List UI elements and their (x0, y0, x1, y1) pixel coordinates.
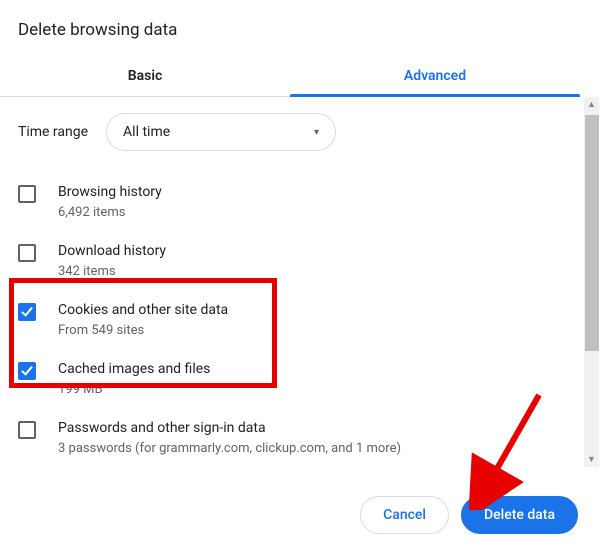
checkbox-download-history[interactable] (18, 244, 36, 262)
checkbox-cache[interactable] (18, 362, 36, 380)
item-title: Browsing history (58, 183, 162, 203)
delete-data-button[interactable]: Delete data (461, 496, 578, 534)
list-item: Cached images and files 199 MB (18, 356, 582, 415)
dialog-footer: Cancel Delete data (0, 482, 600, 556)
item-subtitle: From 549 sites (58, 321, 228, 341)
item-title: Download history (58, 242, 166, 262)
tab-basic[interactable]: Basic (0, 58, 290, 96)
item-title: Cookies and other site data (58, 301, 228, 321)
item-title: Passwords and other sign-in data (58, 419, 401, 439)
content: Time range All time ▾ Browsing history 6… (0, 97, 600, 467)
checkbox-cookies[interactable] (18, 303, 36, 321)
data-type-list: Browsing history 6,492 items Download hi… (18, 179, 582, 467)
time-range-row: Time range All time ▾ (18, 113, 582, 151)
scroll-region: Time range All time ▾ Browsing history 6… (0, 97, 600, 467)
item-subtitle: 6,492 items (58, 203, 162, 223)
list-item: Browsing history 6,492 items (18, 179, 582, 238)
item-subtitle: 199 MB (58, 380, 210, 400)
cancel-button[interactable]: Cancel (360, 496, 449, 534)
item-title: Cached images and files (58, 360, 210, 380)
checkbox-passwords[interactable] (18, 421, 36, 439)
dialog-title: Delete browsing data (0, 10, 600, 58)
scroll-up-icon[interactable]: ▲ (584, 97, 599, 112)
chevron-down-icon: ▾ (314, 127, 319, 138)
tab-advanced[interactable]: Advanced (290, 58, 580, 96)
list-item: Passwords and other sign-in data 3 passw… (18, 415, 582, 467)
item-subtitle: 342 items (58, 262, 166, 282)
item-subtitle: 3 passwords (for grammarly.com, clickup.… (58, 439, 401, 459)
delete-browsing-data-dialog: Delete browsing data Basic Advanced Time… (0, 0, 600, 467)
time-range-select[interactable]: All time ▾ (106, 113, 336, 151)
list-item: Cookies and other site data From 549 sit… (18, 297, 582, 356)
list-item: Download history 342 items (18, 238, 582, 297)
tabs: Basic Advanced (0, 58, 580, 97)
scrollbar-thumb[interactable] (585, 115, 599, 351)
time-range-label: Time range (18, 124, 88, 140)
time-range-value: All time (123, 124, 170, 140)
scrollbar[interactable]: ▲ ▼ (584, 97, 599, 467)
checkbox-browsing-history[interactable] (18, 185, 36, 203)
scroll-down-icon[interactable]: ▼ (584, 452, 599, 467)
